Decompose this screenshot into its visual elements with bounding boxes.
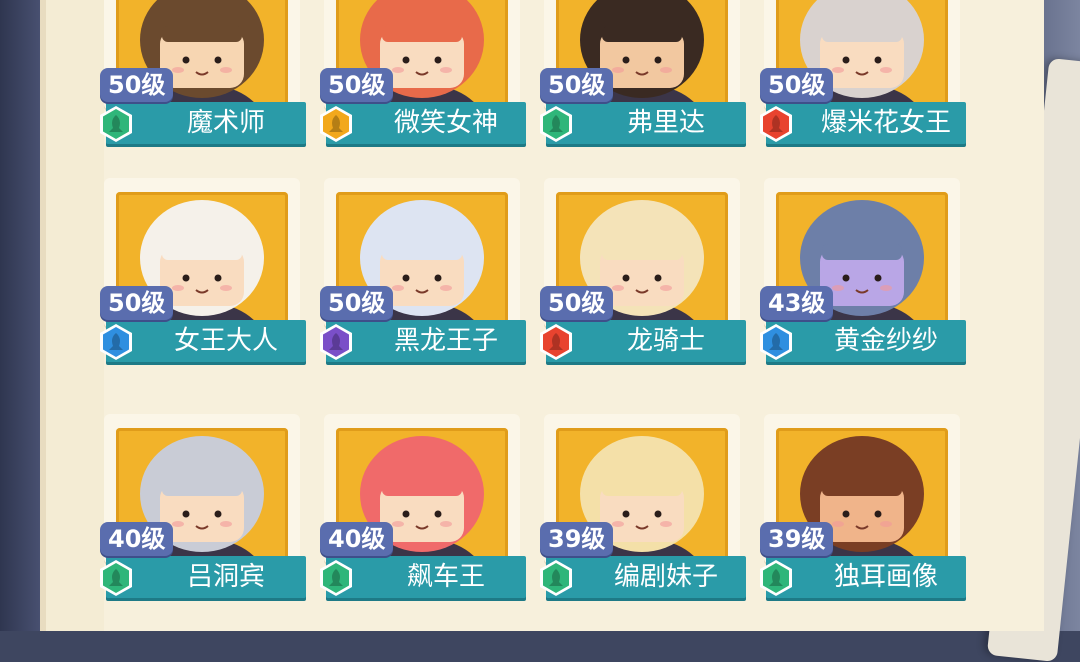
background-left: [0, 0, 40, 631]
character-name: 微笑女神: [393, 108, 498, 138]
name-bar: 黑龙王子: [320, 320, 526, 362]
level-badge: 50级: [100, 68, 174, 102]
level-badge: 50级: [540, 286, 614, 320]
level-badge: 50级: [540, 68, 614, 102]
blue-rank-icon: [100, 324, 132, 360]
green-rank-icon: [100, 106, 132, 142]
character-card[interactable]: 39级 编剧妹子: [538, 414, 748, 634]
level-badge: 39级: [760, 522, 834, 556]
character-name: 黄金纱纱: [833, 326, 938, 356]
name-bar: 吕洞宾: [100, 556, 306, 598]
character-name: 弗里达: [626, 108, 705, 138]
character-name: 独耳画像: [833, 562, 938, 592]
red-rank-icon: [760, 106, 792, 142]
name-bar: 女王大人: [100, 320, 306, 362]
character-name: 魔术师: [186, 108, 265, 138]
name-bar: 弗里达: [540, 102, 746, 144]
name-bar: 独耳画像: [760, 556, 966, 598]
character-name: 黑龙王子: [393, 326, 498, 356]
character-card[interactable]: 43级 黄金纱纱: [758, 178, 968, 398]
blue-rank-icon: [760, 324, 792, 360]
green-rank-icon: [760, 560, 792, 596]
green-rank-icon: [540, 560, 572, 596]
green-rank-icon: [540, 106, 572, 142]
character-name: 吕洞宾: [186, 562, 265, 592]
name-bar: 爆米花女王: [760, 102, 966, 144]
level-badge: 39级: [540, 522, 614, 556]
level-badge: 40级: [320, 522, 394, 556]
character-name: 爆米花女王: [820, 108, 951, 138]
green-rank-icon: [100, 560, 132, 596]
character-card[interactable]: 50级 爆米花女王: [758, 0, 968, 180]
character-card[interactable]: 50级 弗里达: [538, 0, 748, 180]
gold-rank-icon: [320, 106, 352, 142]
character-card[interactable]: 50级 魔术师: [98, 0, 308, 180]
name-bar: 飙车王: [320, 556, 526, 598]
red-rank-icon: [540, 324, 572, 360]
character-card[interactable]: 50级 龙骑士: [538, 178, 748, 398]
character-name: 飙车王: [406, 562, 485, 592]
level-badge: 50级: [320, 68, 394, 102]
character-name: 龙骑士: [626, 326, 705, 356]
green-rank-icon: [320, 560, 352, 596]
name-bar: 微笑女神: [320, 102, 526, 144]
name-bar: 龙骑士: [540, 320, 746, 362]
character-card[interactable]: 40级 飙车王: [318, 414, 528, 634]
character-name: 编剧妹子: [613, 562, 718, 592]
name-bar: 黄金纱纱: [760, 320, 966, 362]
purple-rank-icon: [320, 324, 352, 360]
level-badge: 43级: [760, 286, 834, 320]
character-name: 女王大人: [173, 326, 278, 356]
level-badge: 50级: [760, 68, 834, 102]
level-badge: 50级: [320, 286, 394, 320]
character-card[interactable]: 40级 吕洞宾: [98, 414, 308, 634]
character-card[interactable]: 50级 微笑女神: [318, 0, 528, 180]
name-bar: 魔术师: [100, 102, 306, 144]
name-bar: 编剧妹子: [540, 556, 746, 598]
character-card[interactable]: 50级 女王大人: [98, 178, 308, 398]
level-badge: 50级: [100, 286, 174, 320]
character-card[interactable]: 39级 独耳画像: [758, 414, 968, 634]
level-badge: 40级: [100, 522, 174, 556]
character-card[interactable]: 50级 黑龙王子: [318, 178, 528, 398]
